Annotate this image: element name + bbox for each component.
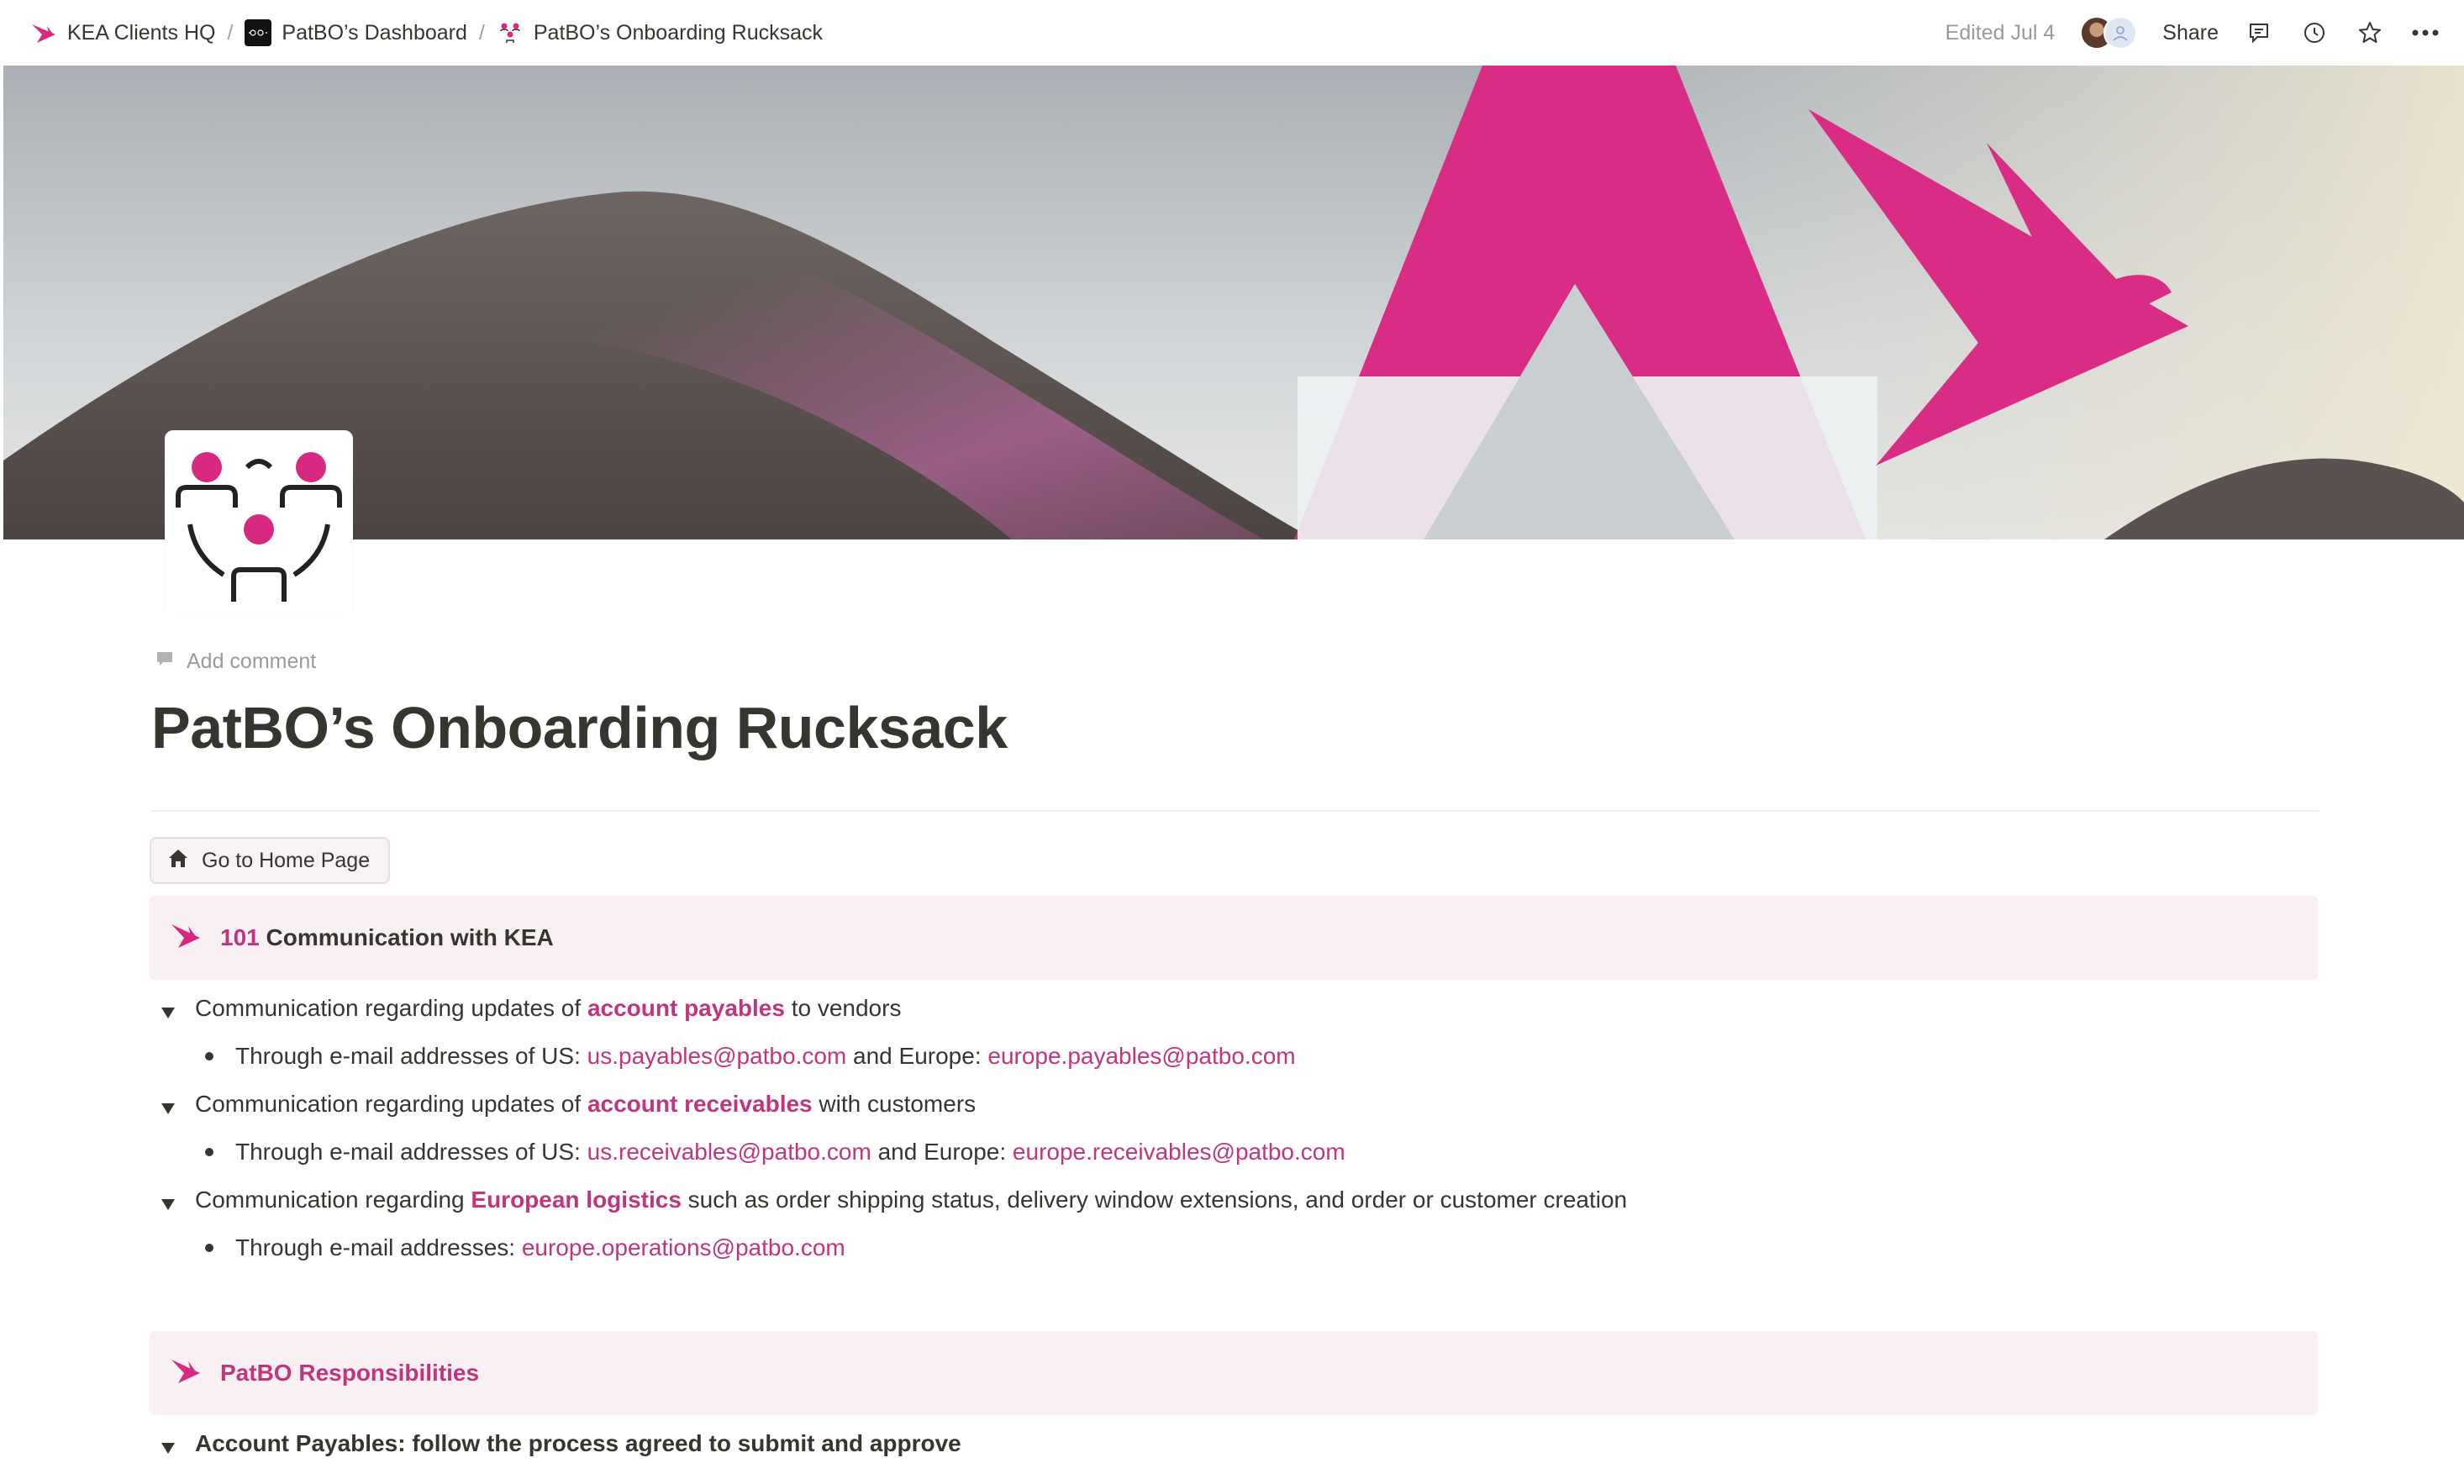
email-link[interactable]: us.receivables@patbo.com (587, 1139, 871, 1165)
go-to-home-page-button[interactable]: Go to Home Page (150, 837, 391, 884)
text: Through e-mail addresses: (235, 1234, 522, 1260)
avatar[interactable] (2103, 16, 2138, 50)
toggle-item[interactable]: Account Payables: follow the process agr… (160, 1430, 961, 1457)
more-options-icon[interactable] (2410, 18, 2440, 48)
toggle-item[interactable]: Communication regarding updates of accou… (160, 1091, 976, 1118)
collaborator-avatars[interactable] (2080, 16, 2138, 50)
top-bar: KEA Clients HQ / PatBO’s Dashboard / Pat… (0, 0, 2464, 66)
kea-bird-icon (170, 1356, 202, 1391)
toggle-item[interactable]: Communication regarding European logisti… (160, 1187, 1627, 1213)
toggle-text: Communication regarding European logisti… (195, 1187, 1627, 1213)
section-number: 101 (220, 924, 260, 950)
add-comment-label: Add comment (187, 650, 317, 673)
text: such as order shipping status, delivery … (681, 1187, 1628, 1213)
breadcrumb-label: PatBO’s Onboarding Rucksack (533, 20, 824, 45)
text: with customers (812, 1091, 977, 1117)
breadcrumb-item-patbo-dashboard[interactable]: PatBO’s Dashboard (238, 14, 474, 51)
kea-bird-icon (30, 19, 57, 46)
toggle-triangle-icon[interactable] (160, 1000, 176, 1018)
toggle-triangle-icon[interactable] (160, 1192, 176, 1210)
home-icon (166, 846, 190, 876)
top-actions: Edited Jul 4 Share (1945, 16, 2440, 50)
people-network-icon (165, 452, 353, 618)
favorite-star-icon[interactable] (2355, 18, 2385, 48)
breadcrumb-item-onboarding-rucksack[interactable]: PatBO’s Onboarding Rucksack (490, 14, 829, 51)
page-icon[interactable] (165, 430, 353, 615)
toggle-text: Account Payables: follow the process agr… (195, 1430, 961, 1456)
home-button-label: Go to Home Page (202, 848, 371, 872)
section-heading: PatBO Responsibilities (220, 1360, 480, 1386)
highlight-text: European logistics (471, 1187, 682, 1213)
cover-image (3, 66, 2464, 539)
text: Through e-mail addresses of US: (235, 1139, 587, 1165)
comment-icon (155, 649, 175, 675)
share-button[interactable]: Share (2162, 21, 2219, 45)
add-comment-button[interactable]: Add comment (155, 649, 316, 675)
text: Communication regarding updates of (195, 1091, 587, 1117)
text: and Europe: (846, 1043, 988, 1069)
comments-icon[interactable] (2244, 18, 2274, 48)
callout-communication-with-kea: 101 Communication with KEA (150, 896, 2318, 980)
breadcrumb-separator: / (478, 20, 485, 45)
kea-bird-icon (170, 921, 202, 955)
list-item: Through e-mail addresses: europe.operati… (205, 1234, 845, 1261)
toggle-item[interactable]: Communication regarding updates of accou… (160, 995, 901, 1022)
patbo-logo-icon (245, 19, 272, 46)
breadcrumb-separator: / (227, 20, 234, 45)
text: Communication regarding updates of (195, 995, 587, 1021)
bullet (205, 1148, 213, 1156)
toggle-text: Communication regarding updates of accou… (195, 995, 901, 1022)
highlight-text: account payables (587, 995, 785, 1021)
email-link[interactable]: us.payables@patbo.com (587, 1043, 847, 1069)
breadcrumb-label: PatBO’s Dashboard (282, 20, 467, 45)
bullet (205, 1052, 213, 1060)
bullet (205, 1244, 213, 1252)
highlight-text: account receivables (587, 1091, 813, 1117)
edited-timestamp: Edited Jul 4 (1945, 20, 2056, 45)
email-link[interactable]: europe.receivables@patbo.com (1013, 1139, 1345, 1165)
toggle-triangle-icon[interactable] (160, 1096, 176, 1114)
people-network-icon (497, 19, 524, 46)
breadcrumb-item-kea-clients-hq[interactable]: KEA Clients HQ (24, 14, 222, 51)
list-item: Through e-mail addresses of US: us.payab… (205, 1043, 1296, 1070)
text: Communication regarding (195, 1187, 471, 1213)
breadcrumb-label: KEA Clients HQ (67, 20, 216, 45)
toggle-text: Communication regarding updates of accou… (195, 1091, 976, 1118)
breadcrumb: KEA Clients HQ / PatBO’s Dashboard / Pat… (24, 14, 829, 51)
divider (151, 810, 2319, 812)
section-heading: Communication with KEA (266, 924, 554, 950)
text: and Europe: (871, 1139, 1013, 1165)
email-link[interactable]: europe.operations@patbo.com (522, 1234, 845, 1260)
email-link[interactable]: europe.payables@patbo.com (987, 1043, 1295, 1069)
text: to vendors (784, 995, 902, 1021)
page-title[interactable]: PatBO’s Onboarding Rucksack (151, 694, 1008, 761)
callout-patbo-responsibilities: PatBO Responsibilities (150, 1331, 2318, 1415)
list-item: Through e-mail addresses of US: us.recei… (205, 1139, 1345, 1166)
toggle-triangle-icon[interactable] (160, 1435, 176, 1454)
text: Through e-mail addresses of US: (235, 1043, 587, 1069)
history-clock-icon[interactable] (2299, 18, 2330, 48)
